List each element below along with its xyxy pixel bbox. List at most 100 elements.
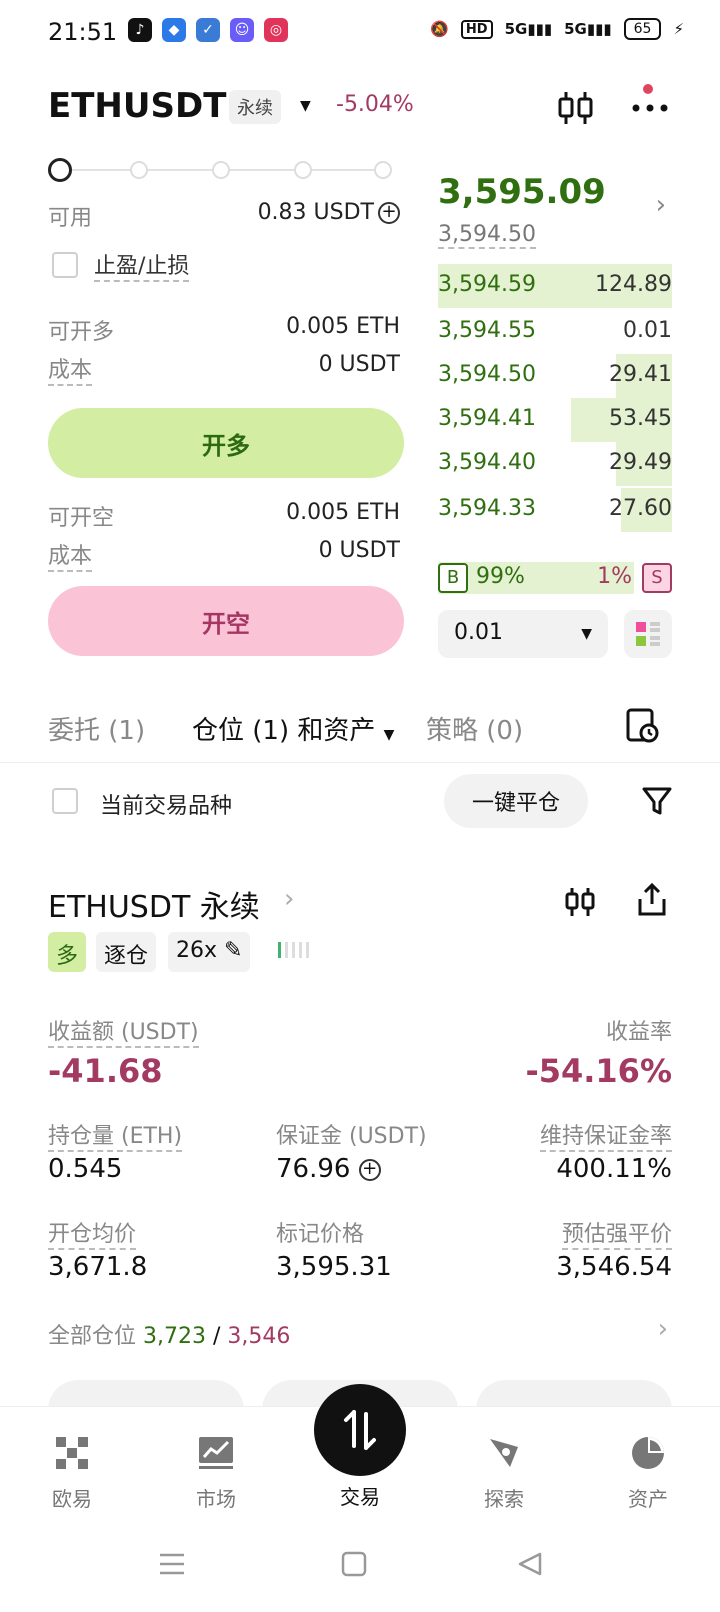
nav-assets-label: 资产 (628, 1487, 668, 1511)
candlestick-icon[interactable] (556, 88, 596, 128)
position-chart-icon[interactable] (564, 884, 596, 920)
open-short-button[interactable]: 开空 (48, 586, 404, 656)
precision-select[interactable]: 0.01 ▼ (438, 610, 608, 658)
bid-price: 3,594.50 (438, 362, 536, 387)
slider-knob-100[interactable] (374, 161, 392, 179)
tab-positions-dropdown-icon: ▼ (383, 727, 395, 743)
mark-label: 标记价格 (276, 1222, 365, 1247)
transfer-plus-icon[interactable]: + (378, 202, 400, 224)
status-right: 🔕 HD 5G▮▮▮ 5G▮▮▮ 65 ⚡ (430, 18, 684, 40)
roe-value: -54.16% (525, 1052, 672, 1090)
tab-strategies[interactable]: 策略 (0) (426, 710, 523, 747)
bid-quantity: 53.45 (609, 406, 672, 431)
position-chevron-icon[interactable]: › (284, 884, 294, 914)
orderbook-bid-row[interactable]: 3,594.50 29.41 (438, 354, 672, 398)
position-title[interactable]: ETHUSDT 永续 (48, 882, 260, 926)
tabs-divider (0, 762, 720, 763)
pnl-value: -41.68 (48, 1052, 163, 1090)
margin-value-wrap: 76.96 + (276, 1154, 381, 1184)
margin-label: 保证金 (USDT) (276, 1124, 427, 1149)
signal-icon-1: 5G▮▮▮ (504, 20, 553, 38)
available-row: 可用 0.83 USDT + (48, 200, 400, 231)
summary-label: 全部仓位 (48, 1324, 137, 1349)
orderbook-chevron-icon[interactable]: › (656, 190, 666, 220)
nav-trade-label: 交易 (340, 1485, 380, 1509)
nav-okx-label: 欧易 (52, 1487, 92, 1511)
short-max-row: 可开空 0.005 ETH (48, 500, 400, 531)
size-label: 持仓量 (ETH) (48, 1118, 183, 1152)
tp-sl-toggle[interactable]: 止盈/止损 (52, 248, 190, 282)
last-price[interactable]: 3,595.09 (438, 172, 606, 212)
nav-market[interactable]: 市场 (166, 1433, 266, 1512)
bid-quantity: 27.60 (609, 496, 672, 521)
battery-icon: 65 (623, 18, 662, 40)
long-cost-label: 成本 (48, 352, 93, 386)
change-percent: -5.04% (336, 92, 414, 117)
bid-quantity: 29.49 (609, 450, 672, 475)
orderbook-bid-row[interactable]: 3,594.55 0.01 (438, 310, 672, 354)
slider-knob-50[interactable] (212, 161, 230, 179)
slider-knob-75[interactable] (294, 161, 312, 179)
recent-apps-icon[interactable] (158, 1550, 186, 1582)
symbol-title[interactable]: ETHUSDT (48, 86, 226, 126)
roe-label: 收益率 (605, 1020, 672, 1045)
orderbook-layout-icon[interactable] (624, 610, 672, 658)
sell-percent: 1% (597, 564, 632, 589)
long-max-row: 可开多 0.005 ETH (48, 314, 400, 345)
mark-value: 3,595.31 (276, 1252, 392, 1282)
available-label: 可用 (48, 206, 93, 231)
current-symbol-checkbox[interactable] (52, 788, 78, 814)
tp-sl-checkbox[interactable] (52, 252, 78, 278)
open-long-button[interactable]: 开多 (48, 408, 404, 478)
share-icon[interactable] (636, 882, 668, 918)
tab-orders[interactable]: 委托 (1) (48, 710, 145, 747)
leverage-tag[interactable]: 26x ✎ (168, 932, 251, 972)
long-max-value: 0.005 ETH (286, 314, 400, 339)
close-all-button[interactable]: 一键平仓 (444, 774, 588, 828)
tiktok-icon: ♪ (128, 18, 152, 42)
side-tag: 多 (48, 932, 87, 972)
summary-value-a: 3,723 (143, 1324, 206, 1349)
leverage-value: 26x (176, 938, 218, 963)
short-cost-row: 成本 0 USDT (48, 538, 400, 572)
all-positions-summary[interactable]: 全部仓位 3,723 / 3,546 (48, 1318, 290, 1350)
filter-icon[interactable] (640, 784, 674, 818)
available-value: 0.83 USDT (257, 200, 374, 225)
nav-market-label: 市场 (196, 1487, 236, 1511)
nav-explore[interactable]: 探索 (454, 1433, 554, 1512)
nav-assets[interactable]: 资产 (598, 1433, 698, 1512)
app-verified-icon: ✓ (196, 18, 220, 42)
orderbook-bid-row[interactable]: 3,594.41 53.45 (438, 398, 672, 442)
hd-icon: HD (460, 19, 493, 39)
assets-pie-icon (628, 1433, 668, 1473)
size-value: 0.545 (48, 1154, 123, 1184)
app-red-icon: ◎ (264, 18, 288, 42)
history-icon[interactable] (622, 706, 662, 746)
summary-chevron-icon[interactable]: › (658, 1314, 668, 1344)
bid-quantity: 0.01 (623, 318, 672, 343)
tab-positions[interactable]: 仓位 (1) 和资产 ▼ (192, 710, 394, 747)
back-icon[interactable] (516, 1550, 544, 1582)
bid-price: 3,594.33 (438, 496, 536, 521)
instrument-header: ETHUSDT 永续 ▼ -5.04% (0, 84, 720, 140)
precision-dropdown-icon: ▼ (581, 626, 592, 642)
current-symbol-label: 当前交易品种 (100, 794, 233, 819)
orderbook-bid-row[interactable]: 3,594.33 27.60 (438, 488, 672, 532)
sell-badge: S (642, 563, 672, 593)
nav-okx[interactable]: 欧易 (22, 1433, 122, 1512)
nav-trade[interactable]: 交易 (310, 1481, 410, 1510)
slider-knob-0[interactable] (48, 158, 72, 182)
entry-value: 3,671.8 (48, 1252, 148, 1282)
symbol-dropdown-icon[interactable]: ▼ (300, 98, 311, 114)
more-icon[interactable] (630, 88, 670, 128)
amount-slider[interactable] (48, 158, 396, 182)
home-icon[interactable] (340, 1550, 368, 1582)
bid-price: 3,594.41 (438, 406, 536, 431)
notification-icons: ♪ ◆ ✓ ☺ ◎ (128, 18, 288, 42)
slider-knob-25[interactable] (130, 161, 148, 179)
orderbook-bid-row[interactable]: 3,594.59 124.89 (438, 264, 672, 308)
add-margin-icon[interactable]: + (358, 1158, 381, 1181)
trade-swap-icon[interactable] (314, 1384, 406, 1476)
orderbook-bid-row[interactable]: 3,594.40 29.49 (438, 442, 672, 486)
summary-separator: / (206, 1324, 228, 1349)
